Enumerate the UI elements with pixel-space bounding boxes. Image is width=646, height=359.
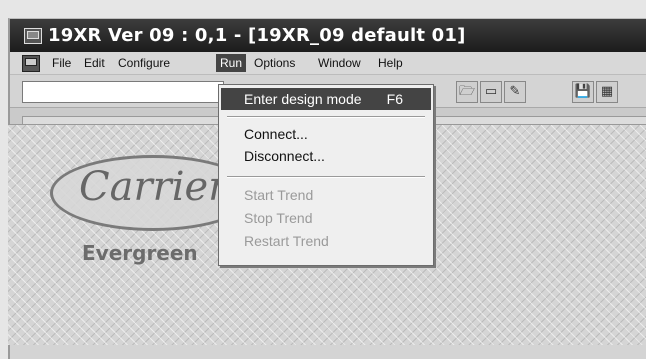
menu-configure[interactable]: Configure	[114, 54, 174, 72]
shortcut-label: F6	[386, 91, 403, 107]
open-folder-icon[interactable]: 🗁	[456, 81, 478, 103]
logo-text: Carrier	[79, 164, 228, 210]
menu-item-disconnect[interactable]: Disconnect...	[221, 145, 431, 167]
grid-icon[interactable]: ▦	[596, 81, 618, 103]
menu-bar: File Edit Configure Run Options Window H…	[10, 52, 646, 75]
window-icon[interactable]: ▭	[480, 81, 502, 103]
document-menu-icon[interactable]	[22, 55, 40, 72]
edit-icon[interactable]: ✎	[504, 81, 526, 103]
save-icon[interactable]: 💾	[572, 81, 594, 103]
title-bar[interactable]: 19XR Ver 09 : 0,1 - [19XR_09 default 01]	[10, 19, 646, 52]
menu-item-label: Enter design mode	[244, 91, 362, 107]
menu-separator	[227, 116, 425, 118]
logo-tagline: Evergreen	[82, 241, 198, 265]
menu-help[interactable]: Help	[374, 54, 407, 72]
window-title: 19XR Ver 09 : 0,1 - [19XR_09 default 01]	[48, 25, 466, 46]
run-dropdown-menu: Enter design mode F6 Connect... Disconne…	[218, 84, 434, 266]
menu-item-start-trend: Start Trend	[244, 187, 314, 203]
menu-window[interactable]: Window	[314, 54, 365, 72]
menu-item-connect[interactable]: Connect...	[221, 123, 431, 145]
menu-run[interactable]: Run	[216, 54, 247, 72]
menu-item-stop-trend: Stop Trend	[244, 210, 313, 226]
app-icon[interactable]	[24, 28, 42, 44]
menu-separator	[227, 176, 425, 178]
menu-options[interactable]: Options	[250, 54, 299, 72]
toolbar-combo-input[interactable]	[22, 81, 224, 103]
menu-edit[interactable]: Edit	[80, 54, 109, 72]
menu-item-enter-design-mode[interactable]: Enter design mode F6	[221, 88, 431, 110]
menu-file[interactable]: File	[48, 54, 75, 72]
menu-item-restart-trend: Restart Trend	[244, 233, 329, 249]
